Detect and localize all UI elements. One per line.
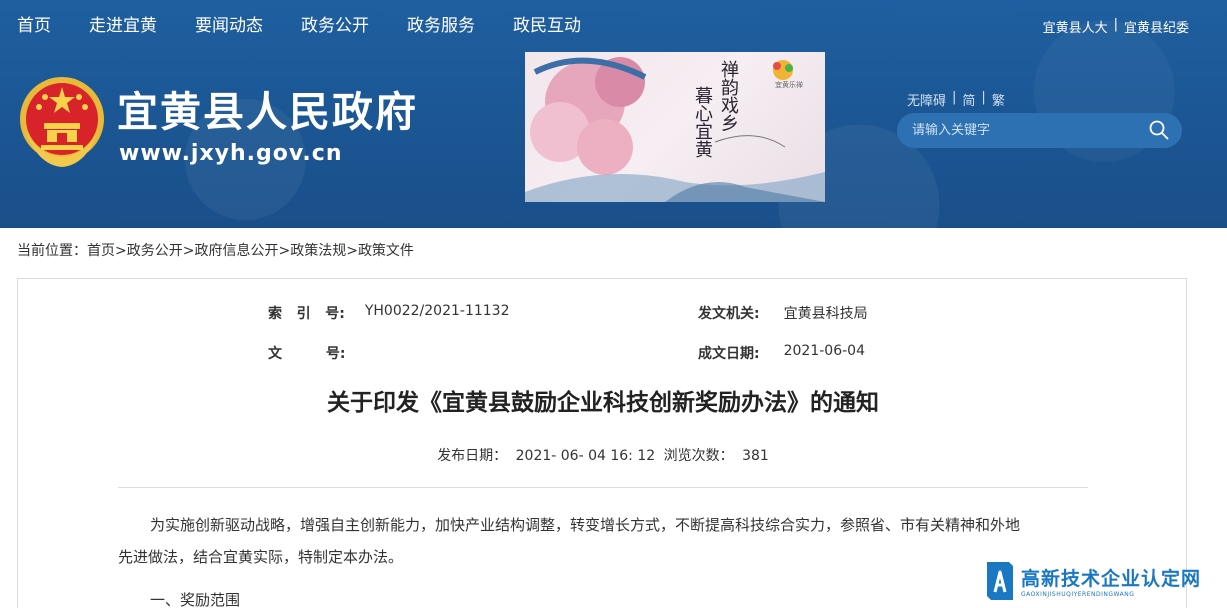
breadcrumb-item-policy-docs[interactable]: 政策文件 xyxy=(358,240,414,260)
nav-item-gov-service[interactable]: 政务服务 xyxy=(407,0,475,52)
meta-docno: 文 号: xyxy=(268,343,365,363)
traditional-chinese-link[interactable]: 繁 xyxy=(992,90,1005,109)
meta-docno-label: 文 号: xyxy=(268,346,346,362)
search-icon[interactable] xyxy=(1148,119,1170,141)
nav-item-interaction[interactable]: 政民互动 xyxy=(513,0,581,52)
meta-date-value: 2021-06-04 xyxy=(783,343,865,359)
top-navigation: 首页 走进宜黄 要闻动态 政务公开 政务服务 政民互动 xyxy=(0,0,602,52)
utility-separator: | xyxy=(981,90,986,105)
site-header: 首页 走进宜黄 要闻动态 政务公开 政务服务 政民互动 宜黄县人大 | 宜黄县纪… xyxy=(0,0,1227,228)
search-input[interactable] xyxy=(912,123,1142,138)
link-county-congress[interactable]: 宜黄县人大 xyxy=(1043,17,1108,36)
views-count: 381 xyxy=(742,448,769,464)
nav-item-home[interactable]: 首页 xyxy=(17,0,51,52)
breadcrumb-item-home[interactable]: 首页> xyxy=(87,240,127,260)
accessibility-link[interactable]: 无障碍 xyxy=(907,90,946,109)
section-heading: 一、奖励范围 xyxy=(150,591,241,608)
site-url: www.jxyh.gov.cn xyxy=(119,141,343,166)
site-title: 宜黄县人民政府 xyxy=(117,88,418,136)
top-links: 宜黄县人大 | 宜黄县纪委 xyxy=(1043,17,1189,36)
meta-issuer: 发文机关: 宜黄县科技局 xyxy=(698,303,868,323)
breadcrumb-item-info-open[interactable]: 政府信息公开> xyxy=(194,240,290,260)
watermark-text: 高新技术企业认定网 GAOXINJISHUQIYERENDINGWANG xyxy=(1021,564,1201,598)
national-emblem-icon xyxy=(20,77,104,167)
nav-item-about[interactable]: 走进宜黄 xyxy=(89,0,157,52)
meta-index-value: YH0022/2021-11132 xyxy=(364,303,510,319)
body-paragraph-1-line2: 先进做法，结合宜黄实际，特制定本办法。 xyxy=(118,548,404,566)
search-box xyxy=(897,113,1182,148)
watermark: 高新技术企业认定网 GAOXINJISHUQIYERENDINGWANG xyxy=(983,553,1227,608)
banner-text-line2: 暮心宜黄 xyxy=(692,86,713,158)
title-divider xyxy=(118,487,1088,488)
watermark-title: 高新技术企业认定网 xyxy=(1021,567,1202,590)
meta-date-label: 成文日期: xyxy=(698,346,760,362)
meta-date: 成文日期: 2021-06-04 xyxy=(698,343,865,363)
watermark-subtitle: GAOXINJISHUQIYERENDINGWANG xyxy=(1021,590,1135,598)
nav-item-gov-open[interactable]: 政务公开 xyxy=(301,0,369,52)
nav-item-news[interactable]: 要闻动态 xyxy=(195,0,263,52)
link-county-discipline[interactable]: 宜黄县纪委 xyxy=(1124,17,1189,36)
breadcrumb-item-regulations[interactable]: 政策法规> xyxy=(290,240,358,260)
header-banner[interactable]: 禅韵戏乡 暮心宜黄 宜黄乐禅 xyxy=(525,52,825,202)
breadcrumb-prefix: 当前位置： xyxy=(17,243,87,259)
utility-links: 无障碍 | 简 | 繁 xyxy=(907,90,1005,109)
banner-text-line1: 禅韵戏乡 xyxy=(718,60,739,132)
meta-issuer-value: 宜黄县科技局 xyxy=(783,306,868,322)
banner-illustration xyxy=(525,57,825,202)
toplinks-separator: | xyxy=(1113,17,1118,32)
simplified-chinese-link[interactable]: 简 xyxy=(962,90,975,109)
publish-info: 发布日期： 2021- 06- 04 16: 12 浏览次数： 381 xyxy=(18,445,1188,465)
watermark-logo-icon xyxy=(987,561,1013,600)
views-label: 浏览次数： xyxy=(663,448,734,464)
body-paragraph-1-line1: 为实施创新驱动战略，增强自主创新能力，加快产业结构调整，转变增长方式，不断提高科… xyxy=(150,516,1021,534)
publish-date-value: 2021- 06- 04 16: 12 xyxy=(515,448,656,464)
breadcrumb-item-gov-open[interactable]: 政务公开> xyxy=(127,240,195,260)
meta-index: 索 引 号: YH0022/2021-11132 xyxy=(268,303,510,323)
document-title: 关于印发《宜黄县鼓励企业科技创新奖励办法》的通知 xyxy=(327,390,879,416)
breadcrumb: 当前位置： 首页> 政务公开> 政府信息公开> 政策法规> 政策文件 xyxy=(17,240,414,260)
meta-index-label: 索 引 号: xyxy=(268,306,345,322)
meta-issuer-label: 发文机关: xyxy=(698,306,760,322)
publish-date-label: 发布日期： xyxy=(437,448,508,464)
banner-brand: 宜黄乐禅 xyxy=(775,81,803,89)
utility-separator: | xyxy=(952,90,957,105)
